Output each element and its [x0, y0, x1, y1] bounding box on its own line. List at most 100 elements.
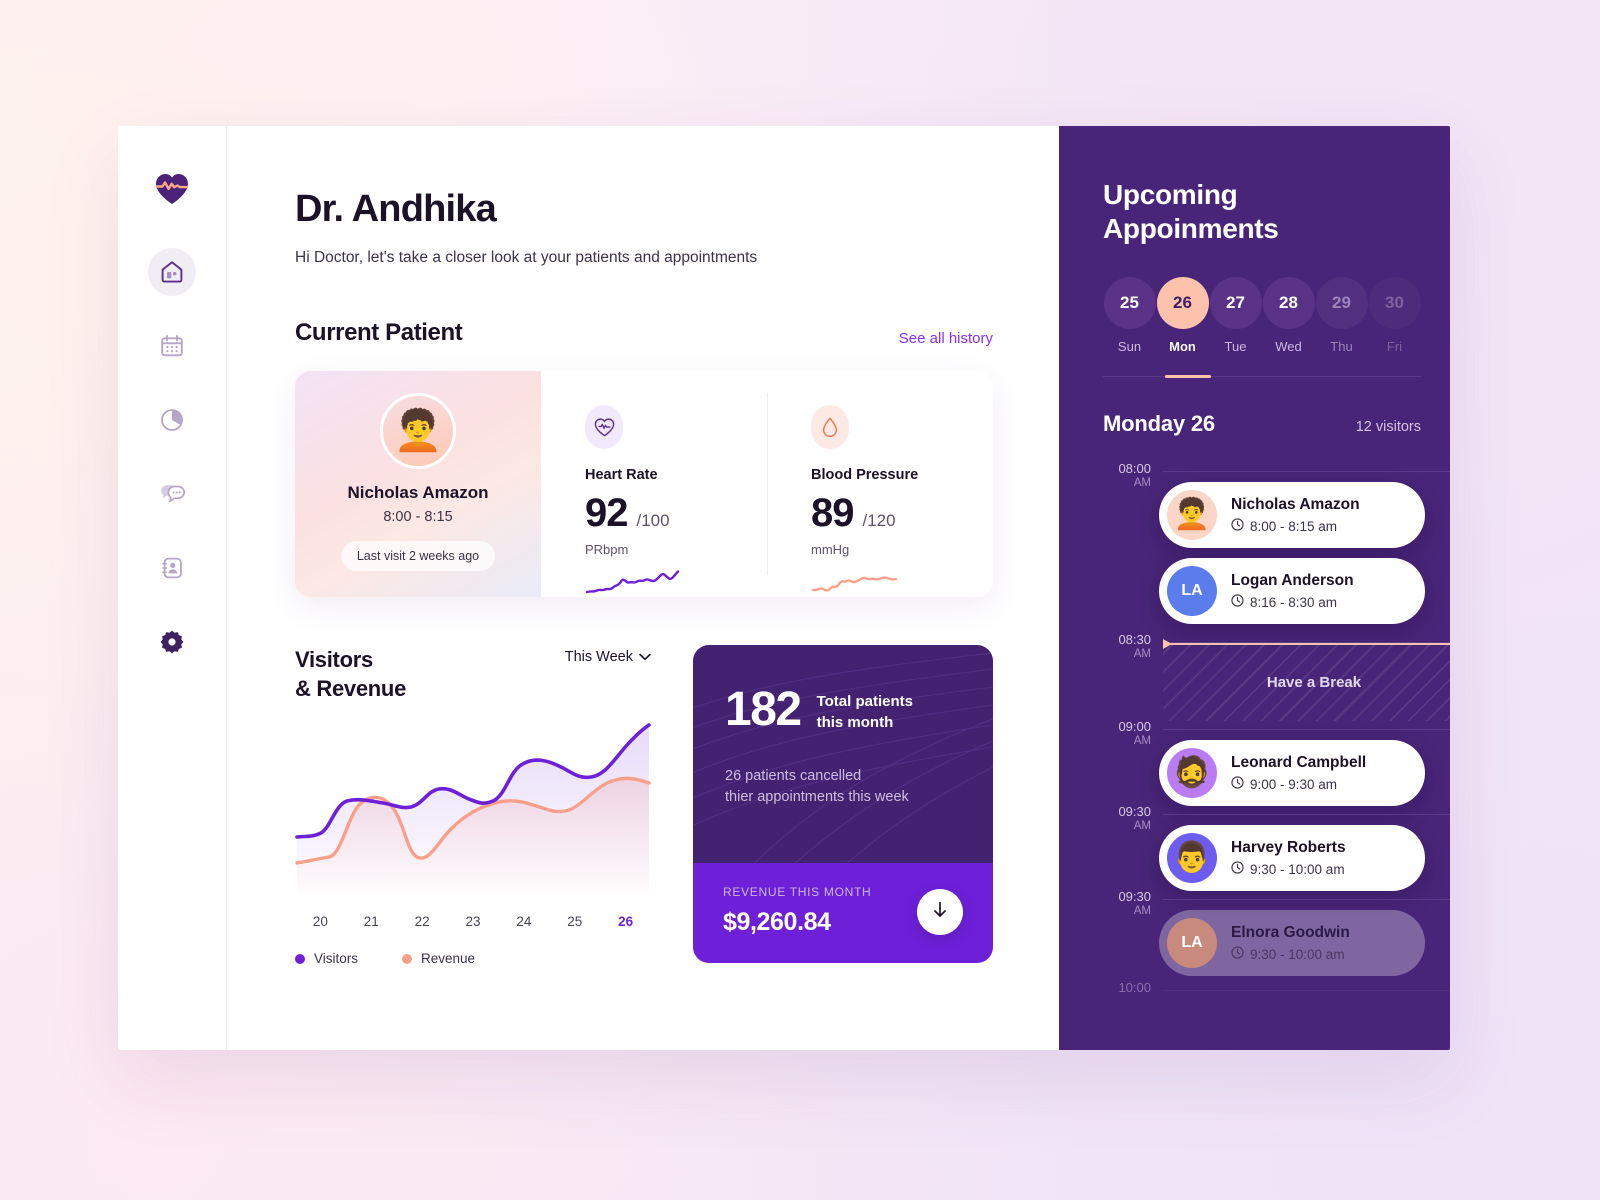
calendar-icon: [159, 333, 185, 359]
chart-title-line1: Visitors: [295, 647, 373, 672]
sidebar-item-messages[interactable]: [148, 470, 196, 518]
chevron-down-icon: [639, 649, 651, 665]
avatar: LA: [1167, 566, 1217, 617]
break-label: Have a Break: [1266, 673, 1362, 691]
time-hour: 10:00: [1118, 980, 1151, 996]
x-tick: 24: [516, 914, 532, 930]
metric-blood-pressure: Blood Pressure 89 /120 mmHg: [767, 371, 993, 597]
heartbeat-logo-icon: [149, 166, 195, 212]
metric-value-row: 89 /120: [811, 491, 993, 536]
appointment-item[interactable]: LA Elnora Goodwin 9:30 - 10:00 am: [1159, 910, 1425, 977]
range-selector-label: This Week: [564, 649, 633, 665]
day-label: Thu: [1330, 339, 1353, 355]
avatar-emoji: 🧑‍🦱: [393, 409, 443, 453]
timeline-rule: [1163, 990, 1450, 992]
panel-title: Upcoming Appoinments: [1059, 178, 1450, 245]
time-hour: 09:00: [1118, 719, 1151, 735]
x-tick: 25: [567, 914, 583, 930]
clock-icon: [1231, 861, 1244, 877]
appointment-details: Elnora Goodwin 9:30 - 10:00 am: [1231, 924, 1350, 962]
chart-title: Visitors & Revenue: [295, 645, 406, 703]
timeline-rule: [1163, 899, 1450, 901]
current-time-line: [1163, 643, 1450, 646]
sidebar-nav: [118, 248, 226, 666]
main-content: Dr. Andhika Hi Doctor, let's take a clos…: [227, 126, 1059, 1050]
metric-unit: mmHg: [811, 542, 850, 557]
download-arrow-icon: [932, 901, 948, 924]
chat-bubble-icon: [159, 481, 186, 507]
revenue-summary-card: 182 Total patients this month 26 patient…: [693, 645, 993, 963]
avatar: 👨: [1167, 833, 1217, 884]
current-patient-card[interactable]: 🧑‍🦱 Nicholas Amazon 8:00 - 8:15 Last vis…: [295, 371, 993, 597]
metric-heart-rate: Heart Rate 92 /100 PRbpm: [541, 371, 767, 597]
legend-swatch: [295, 953, 305, 964]
legend-label: Visitors: [314, 951, 359, 967]
appointment-item[interactable]: 👨 Harvey Roberts 9:30 - 10:00 am: [1159, 825, 1425, 892]
section-title-current-patient: Current Patient: [295, 319, 463, 346]
total-patients-caption: Total patients this month: [817, 687, 913, 734]
x-tick: 21: [363, 914, 379, 930]
time-hour: 09:30: [1118, 804, 1151, 820]
day-option-tue[interactable]: 27 Tue: [1209, 277, 1262, 354]
heart-pulse-icon: [585, 405, 623, 449]
appointment-details: Nicholas Amazon 8:00 - 8:15 am: [1231, 496, 1360, 534]
appointment-time-range: 9:30 - 10:00 am: [1250, 861, 1345, 877]
appointment-item[interactable]: 🧑‍🦱 Nicholas Amazon 8:00 - 8:15 am: [1159, 482, 1425, 549]
appointment-time-row: 8:16 - 8:30 am: [1231, 594, 1354, 610]
day-option-fri[interactable]: 30 Fri: [1368, 277, 1421, 354]
time-hour: 08:00: [1118, 461, 1151, 477]
sidebar-item-home[interactable]: [148, 248, 196, 296]
clock-icon: [1231, 946, 1244, 962]
timeline-rule: [1163, 814, 1450, 816]
chart-x-axis: 20 21 22 23 24 25 26: [295, 914, 651, 929]
clock-icon: [1231, 776, 1244, 792]
appointment-patient-name: Elnora Goodwin: [1231, 924, 1350, 942]
time-meridiem: AM: [1133, 820, 1151, 833]
clock-icon: [1231, 594, 1244, 610]
day-selector-divider: [1103, 375, 1421, 379]
time-label: 08:00 AM: [1081, 461, 1151, 489]
time-meridiem: AM: [1133, 477, 1151, 490]
time-meridiem: AM: [1133, 905, 1151, 918]
timeline-row: 09:00 AM: [1081, 719, 1450, 747]
caption-line1: Total patients: [816, 693, 913, 710]
sidebar-item-settings[interactable]: [148, 618, 196, 666]
note-line1: 26 patients cancelled: [725, 767, 862, 784]
sidebar-item-calendar[interactable]: [148, 322, 196, 370]
day-option-sun[interactable]: 25 Sun: [1103, 277, 1156, 354]
timeline-row: 09:30 AM: [1081, 889, 1450, 917]
pie-chart-icon: [159, 407, 185, 433]
time-label: 08:30 AM: [1081, 632, 1151, 660]
legend-label: Revenue: [421, 951, 476, 967]
day-option-thu[interactable]: 29 Thu: [1315, 277, 1368, 354]
range-selector[interactable]: This Week: [565, 649, 651, 665]
appointment-details: Leonard Campbell 9:00 - 9:30 am: [1231, 754, 1366, 792]
revenue-amount: $9,260.84: [723, 908, 831, 936]
legend-item-visitors: Visitors: [295, 951, 358, 966]
appointment-patient-name: Leonard Campbell: [1231, 754, 1367, 772]
avatar: 🧑‍🦱: [1167, 490, 1217, 541]
patient-identity: 🧑‍🦱 Nicholas Amazon 8:00 - 8:15 Last vis…: [295, 371, 541, 597]
cancellation-note: 26 patients cancelled thier appointments…: [725, 766, 961, 810]
day-option-wed[interactable]: 28 Wed: [1262, 277, 1315, 354]
appointment-item[interactable]: LA Logan Anderson 8:16 - 8:30 am: [1159, 558, 1425, 625]
day-option-mon[interactable]: 26 Mon: [1156, 277, 1209, 354]
total-patients-row: 182 Total patients this month: [725, 686, 961, 734]
x-tick: 22: [414, 914, 430, 930]
heart-rate-sparkline: [585, 565, 767, 597]
appointment-item[interactable]: 🧔 Leonard Campbell 9:00 - 9:30 am: [1159, 740, 1425, 807]
day-number: 27: [1209, 277, 1262, 330]
chart-plot-area: [295, 721, 651, 906]
appointment-patient-name: Harvey Roberts: [1231, 839, 1346, 857]
panel-title-line1: Upcoming: [1103, 179, 1238, 210]
time-meridiem: AM: [1133, 735, 1151, 748]
avatar-emoji: 👨: [1173, 841, 1211, 875]
metric-label: Heart Rate: [585, 467, 658, 483]
sidebar-item-patients[interactable]: [148, 544, 196, 592]
appointment-time-range: 8:00 - 8:15 am: [1250, 518, 1338, 534]
avatar-initials: LA: [1181, 582, 1203, 600]
time-label: 09:30 AM: [1081, 889, 1151, 917]
see-all-history-link[interactable]: See all history: [899, 330, 993, 347]
download-button[interactable]: [917, 889, 963, 935]
sidebar-item-reports[interactable]: [148, 396, 196, 444]
